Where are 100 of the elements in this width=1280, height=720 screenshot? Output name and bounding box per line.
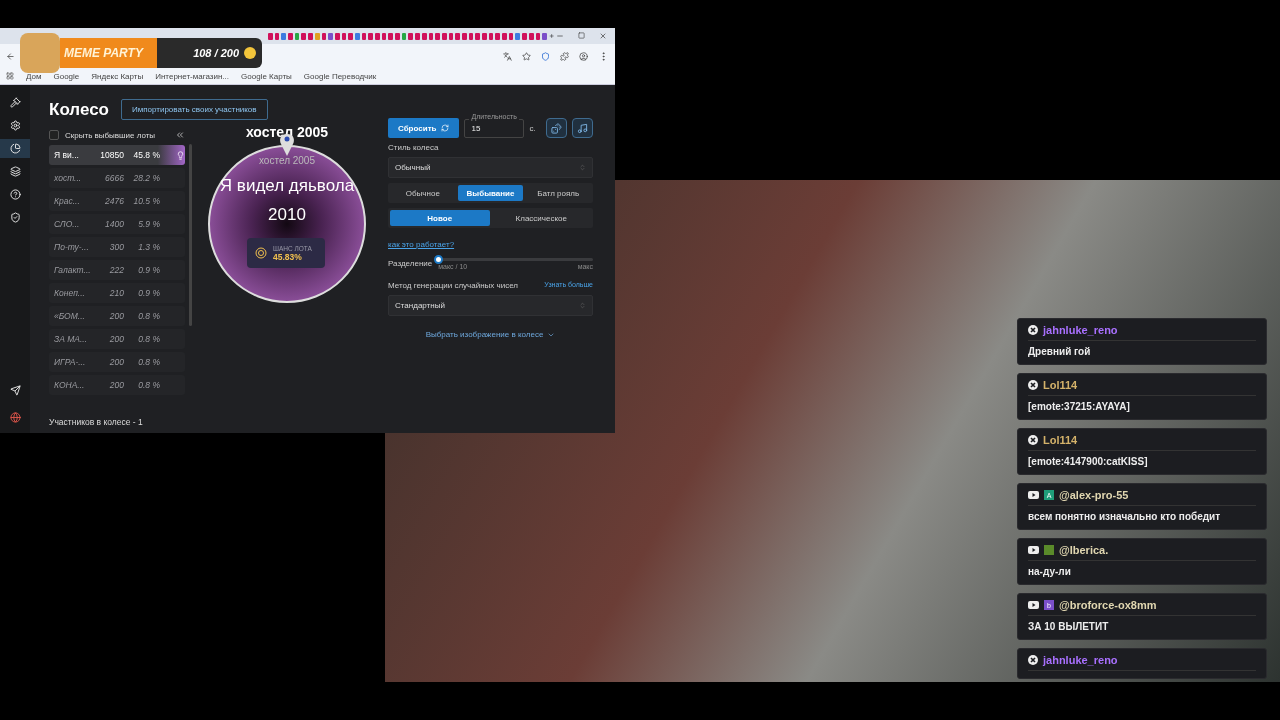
bookmark-link[interactable]: Google xyxy=(53,71,80,81)
bookmark-link[interactable]: Google Карты xyxy=(241,71,292,81)
bookmark-link[interactable]: Дом xyxy=(26,71,42,81)
image-picker-toggle[interactable]: Выбрать изображение в колесе xyxy=(419,329,562,340)
chat-text: ЗА 10 ВЫЛЕТИТ xyxy=(1028,621,1110,632)
settings-icon xyxy=(9,120,21,131)
chat-username: jahnluke_reno xyxy=(1043,324,1118,336)
chat-text: Древний гой xyxy=(1028,346,1092,357)
wheel-winner-title: хостел 2005 xyxy=(245,124,329,140)
bookmark-star-icon[interactable] xyxy=(522,51,531,61)
chat-username: Lol114 xyxy=(1043,434,1078,446)
seconds-unit: с. xyxy=(529,123,536,133)
lot-row[interactable]: СЛО... 1400 5.9 % xyxy=(49,214,185,234)
lot-amount: 210 xyxy=(108,288,124,298)
bookmark-link[interactable]: Google Переводчик xyxy=(303,71,377,81)
lot-name: ЗА МА... xyxy=(54,334,88,344)
chat-username: Lol114 xyxy=(1043,379,1078,391)
chat-text: [emote:37215:AYAYA] xyxy=(1028,401,1131,412)
lot-name: хост... xyxy=(54,173,83,183)
apps-icon[interactable] xyxy=(6,72,14,80)
lot-row[interactable]: хост... 6666 28.2 % xyxy=(49,168,185,188)
translate-icon[interactable] xyxy=(503,51,512,61)
lot-percent: 0.8 % xyxy=(137,334,160,344)
layers-icon xyxy=(9,166,21,177)
lot-amount: 6666 xyxy=(104,173,124,183)
lot-name: СЛО... xyxy=(54,219,81,229)
wheel-segment-label: хостел 2005 xyxy=(258,155,316,166)
banner-title: MEME PARTY xyxy=(64,46,143,60)
lightbulb-icon[interactable] xyxy=(176,150,185,160)
rng-method-select[interactable]: Стандартный xyxy=(388,295,593,316)
shield-check-icon xyxy=(9,212,21,223)
lot-row[interactable]: ИГРА-... 200 0.8 % xyxy=(49,352,185,372)
coin-icon xyxy=(244,47,256,59)
mode-tab[interactable]: Батл рояль xyxy=(525,185,591,201)
mode-tab[interactable]: Выбывание xyxy=(457,185,524,201)
lot-amount: 200 xyxy=(108,380,124,390)
current-lot-year: 2010 xyxy=(267,205,307,225)
lot-percent: 5.9 % xyxy=(137,219,160,229)
scrollbar[interactable] xyxy=(189,144,192,326)
select-chevron-icon xyxy=(579,302,586,309)
participants-count: Участников в колесе - 1 xyxy=(49,417,144,427)
lot-row[interactable]: ЗА МА... 200 0.8 % xyxy=(49,329,185,349)
music-button[interactable] xyxy=(572,118,593,138)
variant-tab[interactable]: Классическое xyxy=(491,210,591,226)
select-chevron-icon xyxy=(579,164,586,171)
dice-icon xyxy=(551,122,562,134)
lot-percent: 0.9 % xyxy=(137,288,160,298)
globe-icon[interactable] xyxy=(9,412,21,423)
collapse-icon[interactable] xyxy=(175,130,185,140)
slider-label: Разделение xyxy=(388,259,433,268)
lot-percent: 45.8 % xyxy=(132,150,160,160)
field-label: Метод генерации случайных чисел xyxy=(388,281,518,290)
lot-row[interactable]: Конеп... 210 0.9 % xyxy=(49,283,185,303)
send-icon[interactable] xyxy=(9,385,21,396)
lot-amount: 10850 xyxy=(99,150,124,160)
slider-thumb[interactable] xyxy=(434,255,444,264)
lot-row[interactable]: Галакт... 222 0.9 % xyxy=(49,260,185,280)
lot-amount: 200 xyxy=(108,311,124,321)
gavel-icon xyxy=(9,97,21,108)
profile-icon[interactable] xyxy=(579,51,588,61)
lot-name: Крас... xyxy=(54,196,81,206)
music-note-icon xyxy=(577,122,588,134)
chat-username: jahnluke_reno xyxy=(1043,654,1118,666)
lot-row[interactable]: Крас... 2476 10.5 % xyxy=(49,191,185,211)
reset-button[interactable]: Сбросить xyxy=(388,118,460,138)
help-link[interactable]: как это работает? xyxy=(388,240,455,249)
new-tab-icon[interactable] xyxy=(548,32,555,40)
lot-percent: 10.5 % xyxy=(132,196,160,206)
shield-icon[interactable] xyxy=(541,51,550,61)
bookmark-link[interactable]: Яндекс Карты xyxy=(91,71,144,81)
banner-count: 108 / 200 xyxy=(193,47,239,59)
chat-username: @alex-pro-55 xyxy=(1059,489,1129,501)
extensions-icon[interactable] xyxy=(560,51,569,61)
checkbox[interactable] xyxy=(49,130,59,140)
lot-row[interactable]: Я ви... 10850 45.8 % xyxy=(49,145,185,165)
dice-button[interactable] xyxy=(546,118,567,138)
lot-row[interactable]: КОНА... 200 0.8 % xyxy=(49,375,185,395)
maximize-icon[interactable] xyxy=(578,32,586,39)
chat-username: @broforce-ox8mm xyxy=(1059,599,1157,611)
variant-tab[interactable]: Новое xyxy=(390,210,490,226)
lot-percent: 0.9 % xyxy=(137,265,160,275)
lot-amount: 300 xyxy=(108,242,124,252)
help-icon xyxy=(9,189,21,200)
lot-percent: 1.3 % xyxy=(137,242,160,252)
back-icon[interactable] xyxy=(6,51,15,61)
lot-row[interactable]: «БОМ... 200 0.8 % xyxy=(49,306,185,326)
field-label: Стиль колеса xyxy=(388,143,440,152)
close-icon[interactable] xyxy=(599,32,608,40)
chat-text: [emote:4147900:catKISS] xyxy=(1028,456,1149,467)
import-button[interactable]: Импортировать своих участников xyxy=(121,99,268,120)
lot-name: Я ви... xyxy=(54,150,80,160)
lot-row[interactable]: По-ту-... 300 1.3 % xyxy=(49,237,185,257)
lot-name: По-ту-... xyxy=(54,242,88,252)
pie-chart-icon xyxy=(9,143,21,154)
lot-amount: 1400 xyxy=(104,219,124,229)
wheel-style-select[interactable]: Обычный xyxy=(388,157,593,178)
bookmark-link[interactable]: Интернет-магазин... xyxy=(155,71,230,81)
chat-text: на-ду-ли xyxy=(1028,566,1072,577)
mode-tab[interactable]: Обычное xyxy=(390,185,456,201)
pie-chart-button[interactable] xyxy=(0,139,30,158)
